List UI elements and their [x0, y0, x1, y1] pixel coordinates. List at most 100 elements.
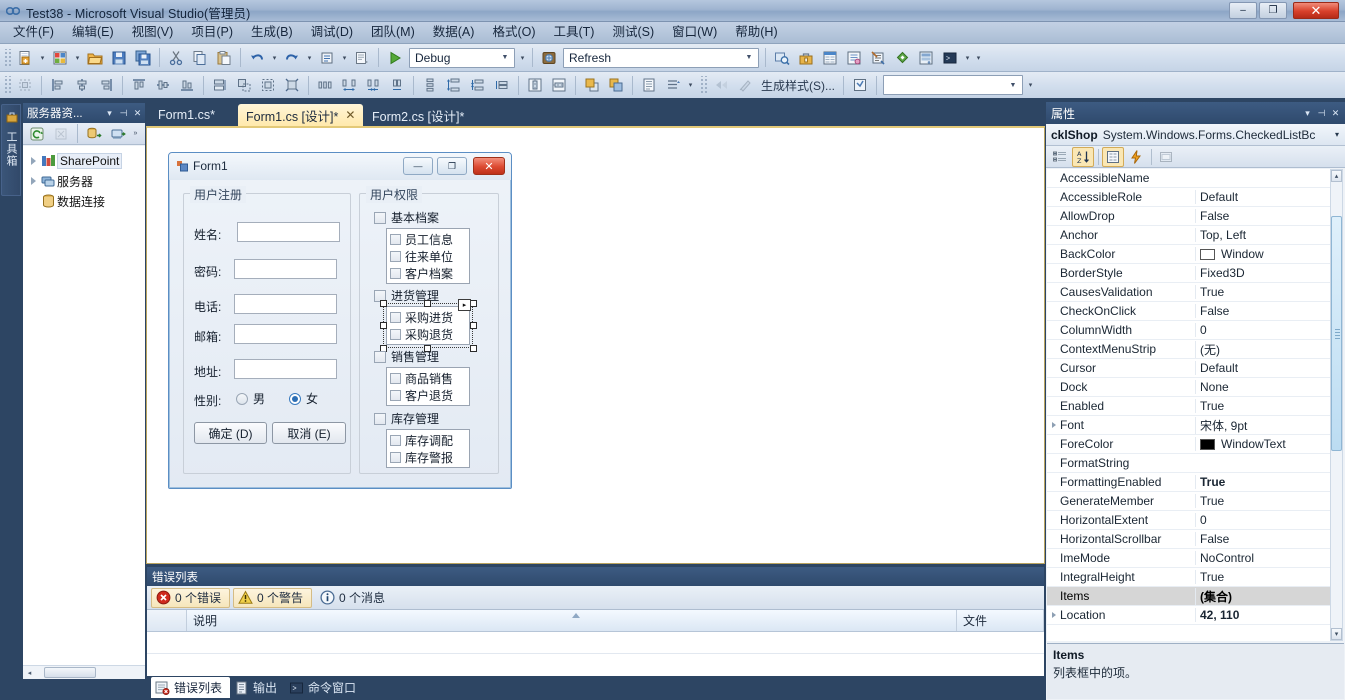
chevron-down-icon[interactable]: ▾: [1330, 130, 1344, 139]
align-rights-icon[interactable]: [95, 74, 117, 96]
checkbox-box[interactable]: [390, 268, 401, 279]
property-value[interactable]: 0: [1195, 323, 1332, 337]
resize-handle-ne[interactable]: [470, 300, 477, 307]
save-icon[interactable]: [108, 47, 130, 69]
new-project-dropdown-icon[interactable]: ▾: [72, 47, 83, 69]
form-designer-surface[interactable]: Form1 — ❐ ✕ 用户注册 姓名: 密码: 电话: 邮箱: 地址: 性别:…: [146, 126, 1045, 564]
tab-form2-designer[interactable]: Form2.cs [设计]*: [364, 104, 472, 126]
events-button[interactable]: [1125, 147, 1147, 167]
menu-item-debug[interactable]: 调试(D): [302, 23, 362, 42]
connect-to-server-icon[interactable]: [107, 123, 129, 145]
checkbox-box[interactable]: [390, 373, 401, 384]
build-style-label[interactable]: 生成样式(S)...: [757, 77, 839, 94]
checkedlistbox-sales-management[interactable]: 商品销售 客户退货: [386, 367, 470, 406]
expander-icon[interactable]: [27, 177, 40, 185]
close-icon[interactable]: ✕: [345, 108, 355, 122]
align-middles-icon[interactable]: [152, 74, 174, 96]
properties-grid[interactable]: AccessibleName AccessibleRole Default Al…: [1047, 169, 1332, 641]
align-to-grid-icon[interactable]: [14, 74, 36, 96]
menu-item-team[interactable]: 团队(M): [362, 23, 424, 42]
server-explorer-icon[interactable]: [915, 47, 937, 69]
attach-style-sheet-icon[interactable]: [849, 74, 871, 96]
horiz-spacing-increase-icon[interactable]: [338, 74, 360, 96]
menu-item-project[interactable]: 项目(P): [182, 23, 242, 42]
comment-icon[interactable]: [351, 47, 373, 69]
size-to-fit-icon[interactable]: [281, 74, 303, 96]
horiz-spacing-make-equal-icon[interactable]: [314, 74, 336, 96]
property-row-horizontalextent[interactable]: HorizontalExtent 0: [1047, 511, 1332, 530]
list-item[interactable]: 库存警报: [390, 449, 469, 466]
property-value[interactable]: 宋体, 9pt: [1195, 416, 1332, 434]
form-close-button[interactable]: ✕: [473, 157, 505, 175]
config-extra-dropdown-icon[interactable]: ▾: [517, 47, 528, 69]
radio-female[interactable]: 女: [289, 390, 318, 407]
new-project-icon[interactable]: [49, 47, 71, 69]
checkbox-box[interactable]: [390, 390, 401, 401]
pin-icon[interactable]: ⊣: [117, 105, 130, 121]
property-row-allowdrop[interactable]: AllowDrop False: [1047, 207, 1332, 226]
dropdown-icon[interactable]: ▾: [103, 105, 116, 121]
property-row-generatemember[interactable]: GenerateMember True: [1047, 492, 1332, 511]
property-row-integralheight[interactable]: IntegralHeight True: [1047, 568, 1332, 587]
cancel-button[interactable]: 取消 (E): [272, 422, 346, 444]
undo-dropdown-icon[interactable]: ▾: [269, 47, 280, 69]
checkbox-box[interactable]: [390, 435, 401, 446]
property-value[interactable]: False: [1195, 209, 1332, 223]
property-row-checkonclick[interactable]: CheckOnClick False: [1047, 302, 1332, 321]
textbox-name[interactable]: [237, 222, 340, 242]
property-value[interactable]: Default: [1195, 190, 1332, 204]
form1-window[interactable]: Form1 — ❐ ✕ 用户注册 姓名: 密码: 电话: 邮箱: 地址: 性别:…: [168, 152, 512, 489]
stop-icon[interactable]: [50, 123, 72, 145]
properties-button[interactable]: [1102, 146, 1124, 167]
menu-item-tools[interactable]: 工具(T): [545, 23, 604, 42]
textbox-password[interactable]: [234, 259, 337, 279]
style-combo[interactable]: ▼: [883, 75, 1023, 95]
apply-style-icon[interactable]: [734, 74, 756, 96]
property-value[interactable]: Fixed3D: [1195, 266, 1332, 280]
property-pages-button[interactable]: [1155, 147, 1177, 167]
list-item[interactable]: 客户退货: [390, 387, 469, 404]
tab-order-icon[interactable]: [638, 74, 660, 96]
alphabetical-button[interactable]: AZ: [1072, 146, 1094, 167]
bottom-tab-command-window[interactable]: > 命令窗口: [285, 677, 364, 698]
property-value[interactable]: (无): [1195, 340, 1332, 358]
menu-item-view[interactable]: 视图(V): [123, 23, 183, 42]
property-row-location[interactable]: Location 42, 110: [1047, 606, 1332, 625]
groupbox-user-permissions[interactable]: 用户权限 基本档案 员工信息 往来单位 客户档案 进货管理 采购进货 采购退货 …: [359, 186, 499, 474]
save-all-icon[interactable]: [132, 47, 154, 69]
menu-item-file[interactable]: 文件(F): [4, 23, 63, 42]
close-icon[interactable]: ✕: [131, 105, 144, 121]
overflow-icon[interactable]: »: [130, 123, 141, 145]
menu-item-format[interactable]: 格式(O): [483, 23, 544, 42]
property-value[interactable]: NoControl: [1195, 551, 1332, 565]
list-item[interactable]: 商品销售: [390, 370, 469, 387]
textbox-address[interactable]: [234, 359, 337, 379]
filter-warnings-button[interactable]: 0 个警告: [233, 587, 313, 608]
property-value[interactable]: WindowText: [1195, 437, 1332, 451]
menu-item-help[interactable]: 帮助(H): [726, 23, 786, 42]
scroll-up-icon[interactable]: ▴: [1331, 170, 1342, 182]
object-browser-icon[interactable]: [867, 47, 889, 69]
toolbox-vertical-tab[interactable]: 工具箱: [1, 104, 21, 196]
properties-scrollbar[interactable]: ▴ ▾: [1330, 169, 1343, 641]
bottom-tab-output[interactable]: 输出: [230, 677, 285, 698]
toolbox-icon[interactable]: [795, 47, 817, 69]
toolbar-overflow-icon[interactable]: ▾: [973, 47, 984, 69]
row-expander[interactable]: [1047, 422, 1060, 428]
column-header-gutter[interactable]: [147, 610, 187, 631]
ok-button[interactable]: 确定 (D): [194, 422, 267, 444]
align-tops-icon[interactable]: [128, 74, 150, 96]
scroll-down-icon[interactable]: ▾: [1331, 628, 1342, 640]
resize-handle-se[interactable]: [470, 345, 477, 352]
scroll-left-icon[interactable]: ◂: [23, 666, 36, 679]
redo-dropdown-icon[interactable]: ▾: [304, 47, 315, 69]
resize-handle-w[interactable]: [380, 322, 387, 329]
new-item-dropdown-icon[interactable]: ▾: [37, 47, 48, 69]
close-icon[interactable]: ✕: [1329, 105, 1342, 121]
checkbox-inventory-management[interactable]: 库存管理: [374, 410, 439, 427]
layout-toolbar-overflow-icon[interactable]: ▾: [685, 74, 696, 96]
property-row-contextmenustrip[interactable]: ContextMenuStrip (无): [1047, 340, 1332, 359]
toolbar-grip[interactable]: [699, 76, 707, 94]
property-value[interactable]: True: [1195, 285, 1332, 299]
solution-configuration-combo[interactable]: Debug ▼: [409, 47, 515, 68]
